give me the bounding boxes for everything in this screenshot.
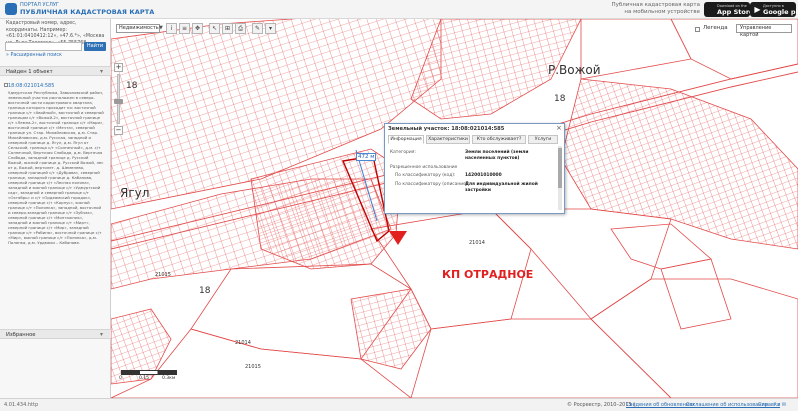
close-icon[interactable]: ×: [556, 124, 562, 132]
collapse-icon[interactable]: ▾: [100, 331, 103, 338]
build-version: 4.01.434.http: [4, 402, 39, 408]
zoom-slider-handle[interactable]: [114, 99, 123, 104]
map-label-quarter: 21015: [245, 364, 261, 370]
favorites-label: Избранное: [6, 332, 36, 338]
popup-scrollbar-thumb[interactable]: [558, 148, 562, 188]
zoom-in-button[interactable]: +: [114, 63, 123, 72]
mobile-promo-line1: Публичная кадастровая карта: [611, 2, 700, 8]
tab-information[interactable]: Информация: [388, 135, 424, 144]
apple-icon: [707, 4, 716, 15]
chevron-down-icon: ▼: [159, 25, 163, 31]
social-icons[interactable]: f v ✉: [774, 402, 786, 408]
identify-tool-icon[interactable]: i: [166, 23, 177, 34]
scale-bar: [121, 370, 177, 375]
legend-checkbox[interactable]: [695, 27, 700, 32]
search-button[interactable]: Найти: [84, 42, 106, 51]
scale-label: 0: [119, 376, 122, 381]
play-icon: ▶: [754, 5, 761, 14]
footer: 4.01.434.http © Росреестр, 2010–2015 | С…: [0, 398, 798, 411]
googleplay-label: Google play: [763, 8, 798, 16]
annotation-otradnoe: КП ОТРАДНОЕ: [442, 268, 534, 281]
appstore-button[interactable]: Download on the App Store: [704, 2, 754, 17]
tab-who-serves[interactable]: Кто обслуживает?: [472, 135, 526, 144]
copyright: © Росреестр, 2010–2015 |: [567, 402, 635, 408]
scale-label: 0.15: [139, 376, 150, 381]
map-label-river: Р.Вожой: [548, 63, 601, 77]
mobile-promo-line2: на мобильном устройстве: [624, 9, 700, 15]
layer-select[interactable]: Недвижимость ▼: [116, 24, 163, 33]
category-label: Категория:: [390, 150, 416, 155]
favorites-header[interactable]: Избранное ▾: [0, 329, 111, 339]
result-description: Удмуртская Республика, Завьяловский райо…: [8, 90, 104, 245]
agreement-link[interactable]: Соглашение об использовании: [686, 402, 768, 408]
permitted-use-label: Разрешенное использование: [390, 165, 458, 170]
app-window: ПОРТАЛ УСЛУГ ПУБЛИЧНАЯ КАДАСТРОВАЯ КАРТА…: [0, 0, 798, 411]
pan-tool-icon[interactable]: ✥: [192, 23, 203, 34]
appstore-label: App Store: [717, 8, 754, 16]
map-label-zone: 18: [126, 81, 138, 91]
collapse-icon[interactable]: ▾: [100, 68, 103, 75]
map-label-zone: 18: [199, 286, 211, 296]
result-cadastral-number[interactable]: 18:08:021014:585: [8, 83, 54, 89]
parcel-info-popup: Земельный участок: 18:08:021014:585 × Ин…: [384, 123, 565, 214]
tab-services[interactable]: Услуги: [528, 135, 558, 144]
map-label-village: Ягул: [120, 186, 150, 200]
legend-label[interactable]: Легенда: [703, 25, 728, 31]
layers-tool-icon[interactable]: ≡: [179, 23, 190, 34]
zoom-out-button[interactable]: −: [114, 126, 123, 135]
classifier-code-label: По классификатору (код):: [395, 173, 456, 178]
dropdown-tool-icon[interactable]: ▾: [265, 23, 276, 34]
header: ПОРТАЛ УСЛУГ ПУБЛИЧНАЯ КАДАСТРОВАЯ КАРТА…: [0, 0, 798, 19]
logo-title[interactable]: ПУБЛИЧНАЯ КАДАСТРОВАЯ КАРТА: [20, 8, 154, 16]
popup-title: Земельный участок: 18:08:021014:585: [388, 126, 505, 132]
portal-logo-icon[interactable]: [5, 3, 17, 15]
measure-tool-icon[interactable]: ✎: [252, 23, 263, 34]
map-canvas[interactable]: Недвижимость ▼ i ≡ ✥ ↖ ⊞ ⎙ ✎ ▾ Легенда Уп…: [111, 19, 798, 398]
measure-distance-label: 472 м: [356, 153, 377, 161]
advanced-search-link[interactable]: » Расширенный поиск: [6, 53, 62, 58]
results-count: Найден 1 объект: [6, 69, 53, 75]
map-label-zone: 18: [554, 94, 566, 104]
basemap-select[interactable]: Управление картой: [736, 24, 792, 38]
select-tool-icon[interactable]: ↖: [209, 23, 220, 34]
zoom-box-tool-icon[interactable]: ⊞: [222, 23, 233, 34]
googleplay-button[interactable]: ▶ Доступно в Google play: [750, 2, 798, 17]
results-header[interactable]: Найден 1 объект ▾: [0, 66, 111, 76]
map-label-quarter: 21014: [469, 240, 485, 246]
scale-label: 0.3км: [162, 376, 176, 381]
layer-select-value: Недвижимость: [119, 25, 159, 31]
classifier-desc-value: Для индивидуальной жилой застройки: [465, 182, 538, 193]
tab-characteristics[interactable]: Характеристики: [426, 135, 470, 144]
category-value: Земли поселений (земли населенных пункто…: [465, 150, 529, 161]
classifier-desc-label: По классификатору (описание):: [395, 182, 470, 187]
sidebar: Кадастровый номер, адрес, координаты. На…: [0, 19, 111, 398]
map-label-quarter: 21015: [155, 272, 171, 278]
updates-link[interactable]: Сведения об обновлениях: [626, 402, 695, 408]
classifier-code-value: 142001010000: [465, 173, 502, 178]
search-input[interactable]: [5, 42, 82, 51]
map-label-quarter: 21014: [235, 340, 251, 346]
print-tool-icon[interactable]: ⎙: [235, 23, 246, 34]
